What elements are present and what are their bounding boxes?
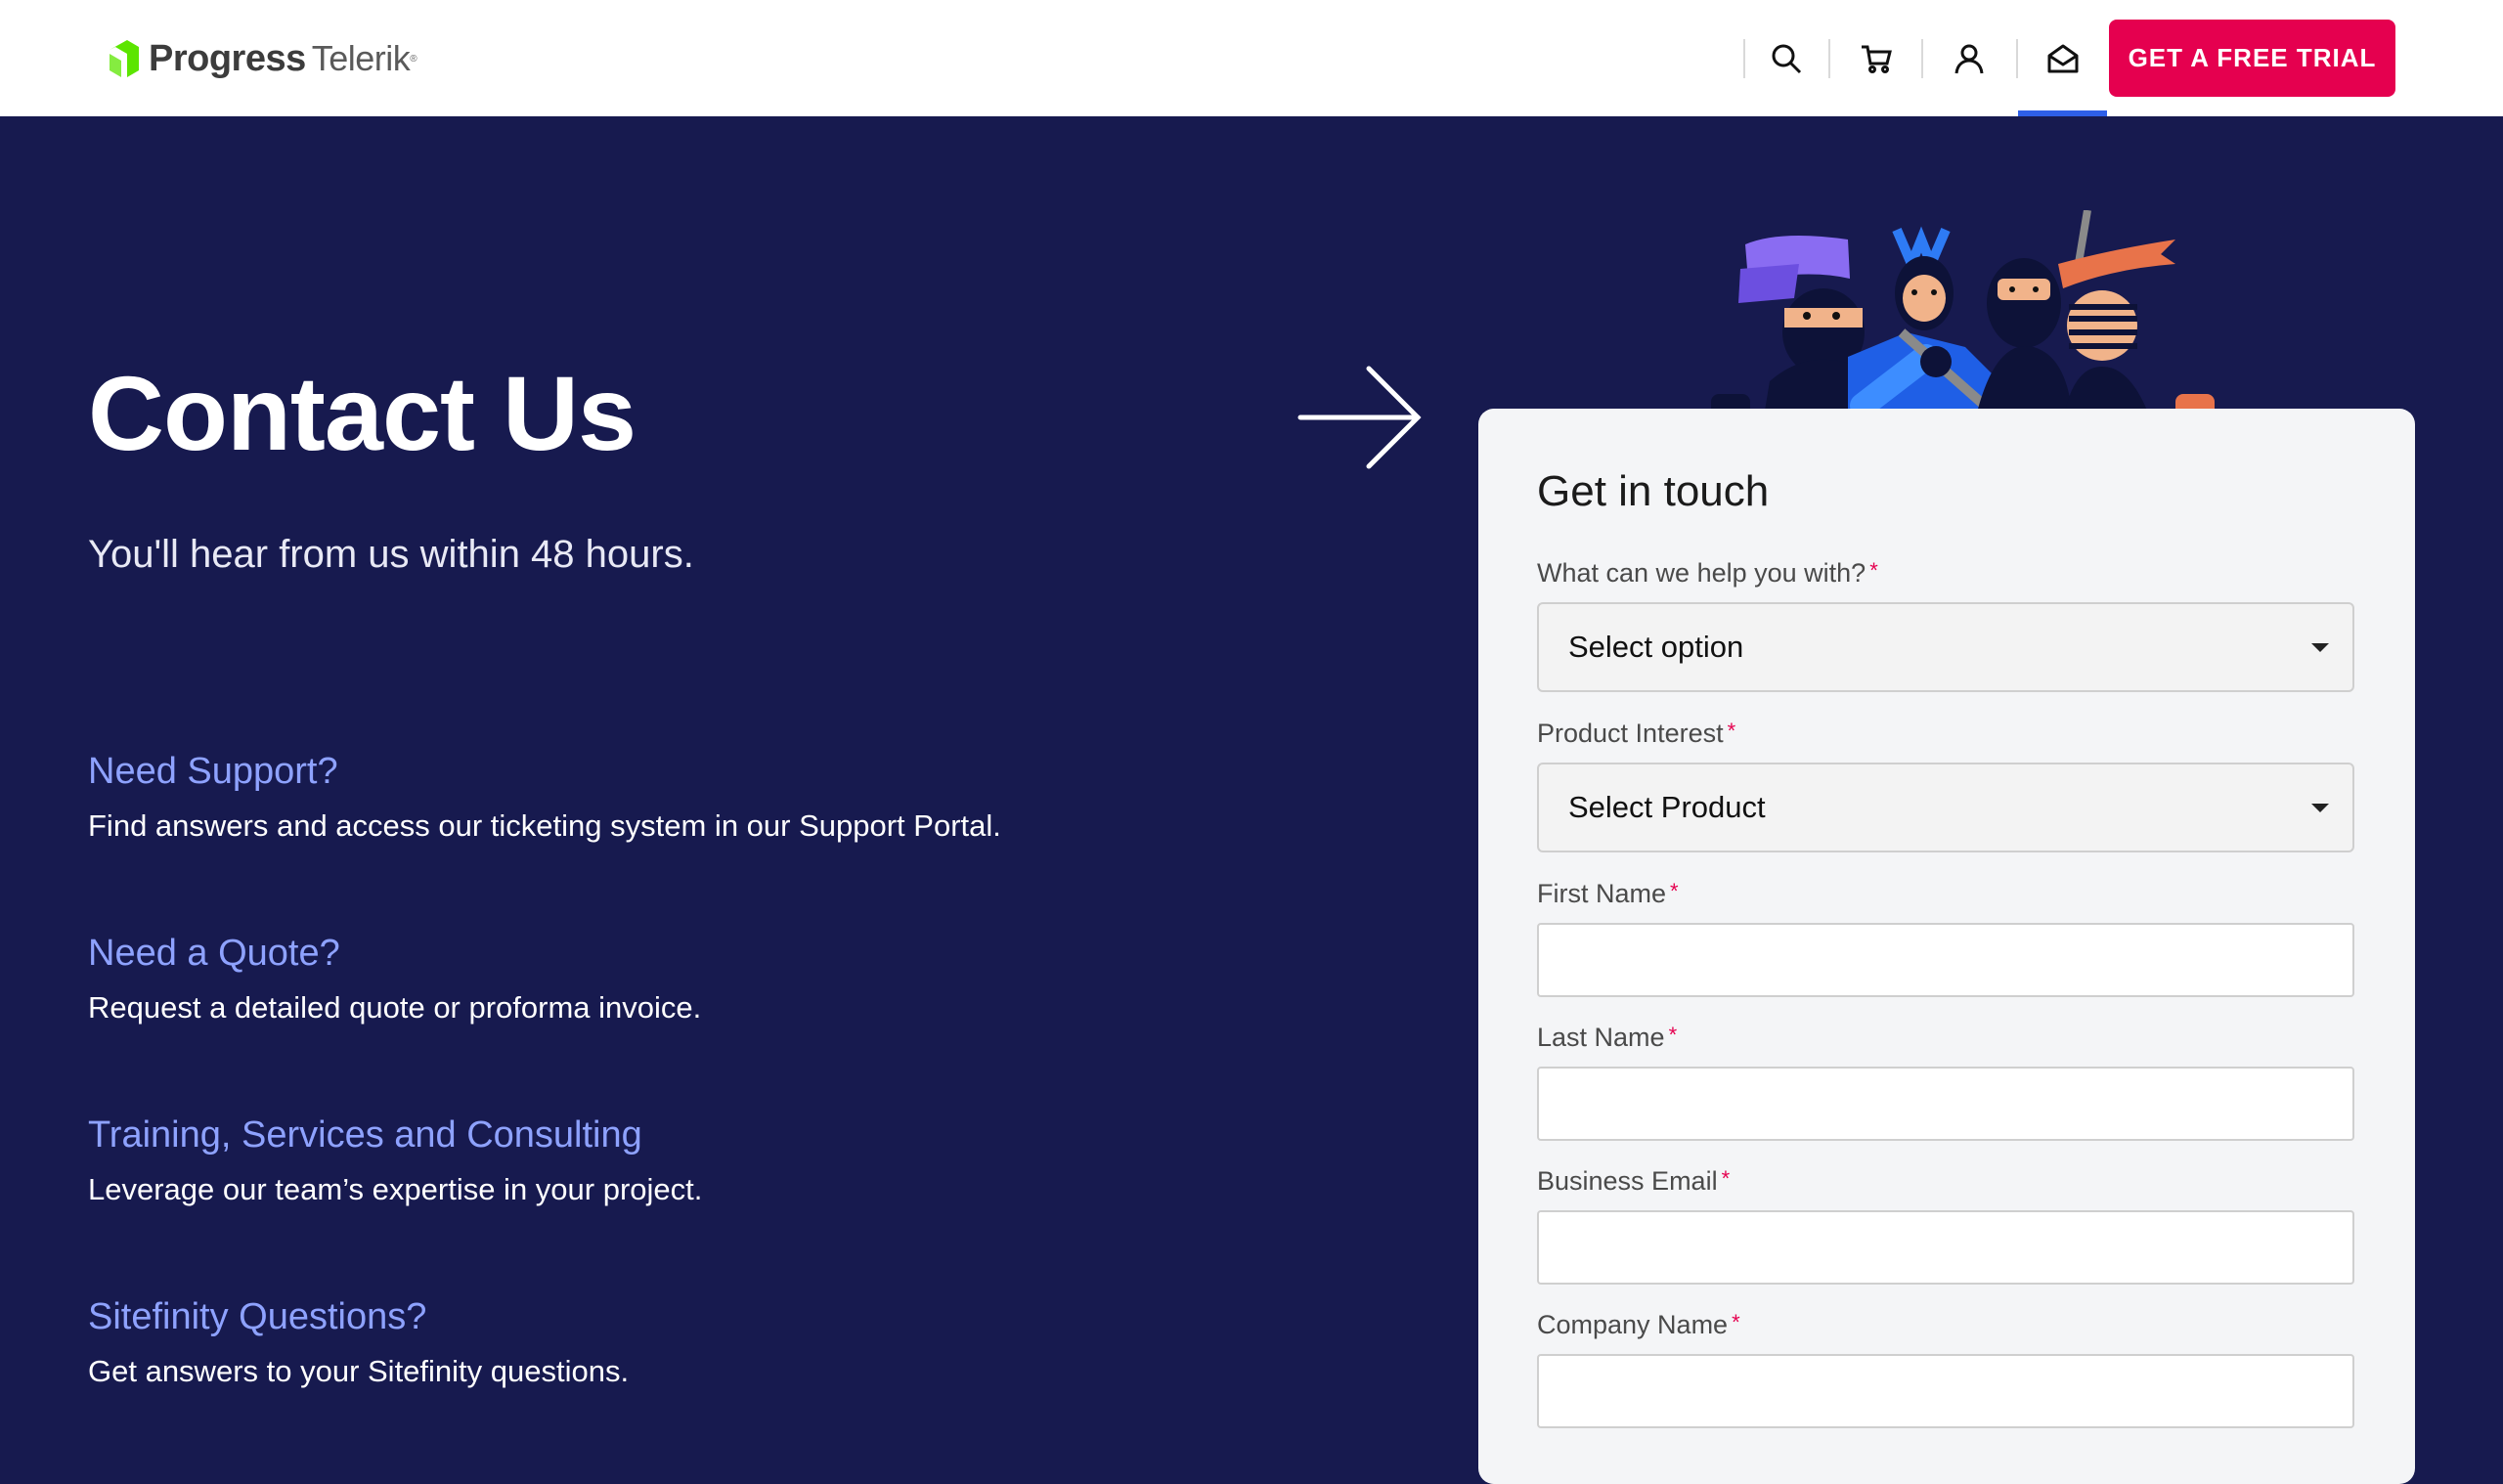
info-description: Find answers and access our ticketing sy…: [88, 808, 1001, 843]
active-nav-indicator: [2018, 110, 2107, 116]
info-block-training: Training, Services and Consulting Levera…: [88, 1114, 702, 1207]
label-text: Last Name: [1537, 1023, 1665, 1052]
header-divider: [1743, 39, 1745, 78]
cart-icon[interactable]: [1849, 31, 1904, 86]
header-divider: [2016, 39, 2018, 78]
field-label-product-interest: Product Interest *: [1537, 719, 1735, 749]
required-marker: *: [1670, 879, 1679, 903]
trademark-mark: ®: [410, 53, 417, 65]
brand-name: Progress: [149, 37, 306, 79]
header-divider: [1828, 39, 1830, 78]
progress-telerik-logo[interactable]: Progress Telerik ®: [106, 37, 417, 80]
user-icon[interactable]: [1942, 31, 1997, 86]
page-title: Contact Us: [88, 354, 637, 472]
caret-down-icon: [2311, 643, 2329, 652]
required-marker: *: [1732, 1310, 1740, 1334]
field-label-last-name: Last Name *: [1537, 1023, 1677, 1053]
info-description: Request a detailed quote or proforma inv…: [88, 990, 702, 1025]
last-name-input[interactable]: [1537, 1067, 2354, 1141]
company-name-input[interactable]: [1537, 1354, 2354, 1428]
site-header: Progress Telerik ® GET A FREE TRIAL: [0, 0, 2503, 116]
caret-down-icon: [2311, 804, 2329, 812]
progress-logo-icon: [110, 40, 139, 77]
page-subtitle: You'll hear from us within 48 hours.: [88, 533, 694, 576]
label-text: Company Name: [1537, 1310, 1729, 1339]
ninja-team-illustration: [1711, 210, 2215, 420]
field-label-business-email: Business Email *: [1537, 1166, 1730, 1197]
header-divider: [1921, 39, 1923, 78]
contact-form-card: Get in touch What can we help you with? *…: [1478, 409, 2415, 1484]
mail-icon[interactable]: [2036, 31, 2090, 86]
need-support-link[interactable]: Need Support?: [88, 751, 1001, 793]
info-block-quote: Need a Quote? Request a detailed quote o…: [88, 933, 701, 1026]
sitefinity-questions-link[interactable]: Sitefinity Questions?: [88, 1296, 629, 1338]
free-trial-button[interactable]: GET A FREE TRIAL: [2109, 20, 2395, 97]
select-value: Select Product: [1568, 790, 1766, 824]
select-value: Select option: [1568, 630, 1744, 664]
need-quote-link[interactable]: Need a Quote?: [88, 933, 701, 975]
required-marker: *: [1721, 1166, 1731, 1191]
arrow-right-icon: [1297, 366, 1422, 469]
info-block-support: Need Support? Find answers and access ou…: [88, 751, 1001, 844]
product-interest-select[interactable]: Select Product: [1537, 763, 2354, 852]
training-services-link[interactable]: Training, Services and Consulting: [88, 1114, 702, 1157]
help-topic-select[interactable]: Select option: [1537, 602, 2354, 692]
info-description: Leverage our team’s expertise in your pr…: [88, 1172, 703, 1206]
first-name-input[interactable]: [1537, 923, 2354, 997]
field-label-company-name: Company Name *: [1537, 1310, 1740, 1340]
business-email-input[interactable]: [1537, 1210, 2354, 1285]
label-text: First Name: [1537, 879, 1667, 908]
required-marker: *: [1668, 1023, 1678, 1047]
label-text: Business Email: [1537, 1166, 1718, 1196]
form-title: Get in touch: [1537, 467, 1770, 515]
label-text: What can we help you with?: [1537, 558, 1866, 588]
field-label-help-topic: What can we help you with? *: [1537, 558, 1878, 589]
required-marker: *: [1727, 719, 1736, 743]
label-text: Product Interest: [1537, 719, 1724, 748]
required-marker: *: [1869, 558, 1878, 583]
info-description: Get answers to your Sitefinity questions…: [88, 1354, 630, 1388]
search-icon[interactable]: [1759, 31, 1814, 86]
field-label-first-name: First Name *: [1537, 879, 1679, 909]
info-block-sitefinity: Sitefinity Questions? Get answers to you…: [88, 1296, 629, 1389]
product-name: Telerik: [311, 38, 411, 78]
